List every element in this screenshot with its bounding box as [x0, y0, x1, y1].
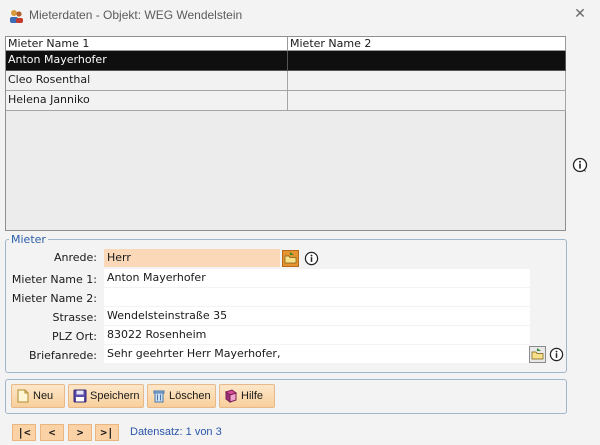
- last-record-button[interactable]: >|: [95, 424, 119, 441]
- name1-field[interactable]: Anton Mayerhofer: [104, 269, 530, 287]
- first-record-button[interactable]: |<: [12, 424, 36, 441]
- name2-label: Mieter Name 2:: [11, 292, 97, 305]
- info-icon[interactable]: [304, 251, 319, 266]
- tenant-grid[interactable]: Mieter Name 1 Mieter Name 2 Anton Mayerh…: [5, 36, 566, 231]
- help-book-icon: [224, 389, 238, 403]
- close-button[interactable]: ✕: [572, 6, 588, 22]
- previous-record-button[interactable]: <: [40, 424, 64, 441]
- delete-button[interactable]: Löschen: [147, 384, 216, 408]
- group-legend: Mieter: [9, 233, 48, 246]
- folder-lookup-icon[interactable]: [529, 346, 546, 363]
- anrede-label: Anrede:: [53, 251, 97, 264]
- trash-icon: [153, 390, 165, 403]
- save-button[interactable]: Speichern: [68, 384, 144, 408]
- folder-lookup-icon[interactable]: [282, 250, 299, 267]
- strasse-field[interactable]: Wendelsteinstraße 35: [104, 307, 530, 325]
- new-button[interactable]: Neu: [11, 384, 65, 408]
- save-button-label: Speichern: [90, 390, 140, 402]
- cell-name2[interactable]: [288, 51, 566, 71]
- briefanrede-field[interactable]: Sehr geehrter Herr Mayerhofer,: [104, 345, 530, 363]
- cell-name1[interactable]: Helena Janniko: [6, 91, 288, 111]
- help-button[interactable]: Hilfe: [219, 384, 275, 408]
- save-disk-icon: [73, 389, 87, 403]
- delete-button-label: Löschen: [169, 390, 211, 402]
- plz-ort-label: PLZ Ort:: [52, 330, 97, 343]
- help-button-label: Hilfe: [241, 390, 264, 402]
- plz-ort-field[interactable]: 83022 Rosenheim: [104, 326, 530, 344]
- strasse-label: Strasse:: [52, 311, 98, 324]
- cell-name2[interactable]: [288, 71, 566, 91]
- anrede-field[interactable]: Herr: [104, 249, 280, 267]
- grid-info-icon[interactable]: [572, 157, 588, 173]
- name1-label: Mieter Name 1:: [11, 273, 97, 286]
- info-icon[interactable]: [549, 347, 564, 362]
- grid-header: Mieter Name 1 Mieter Name 2: [6, 37, 566, 51]
- next-record-button[interactable]: >: [68, 424, 92, 441]
- briefanrede-label: Briefanrede:: [29, 349, 97, 362]
- column-header-name1[interactable]: Mieter Name 1: [6, 37, 288, 51]
- new-button-label: Neu: [33, 390, 54, 402]
- cell-name2[interactable]: [288, 91, 566, 111]
- title-bar: Mieterdaten - Objekt: WEG Wendelstein ✕: [0, 0, 600, 30]
- table-row[interactable]: Anton Mayerhofer: [6, 51, 566, 71]
- record-position: Datensatz: 1 von 3: [130, 426, 222, 438]
- window-title: Mieterdaten - Objekt: WEG Wendelstein: [29, 8, 243, 22]
- new-document-icon: [17, 389, 29, 403]
- column-header-name2[interactable]: Mieter Name 2: [288, 37, 566, 51]
- cell-name1[interactable]: Anton Mayerhofer: [6, 51, 288, 71]
- table-row[interactable]: Helena Janniko: [6, 91, 566, 111]
- name2-field[interactable]: [104, 288, 530, 306]
- table-row[interactable]: Cleo Rosenthal: [6, 71, 566, 91]
- cell-name1[interactable]: Cleo Rosenthal: [6, 71, 288, 91]
- users-icon: [10, 10, 23, 23]
